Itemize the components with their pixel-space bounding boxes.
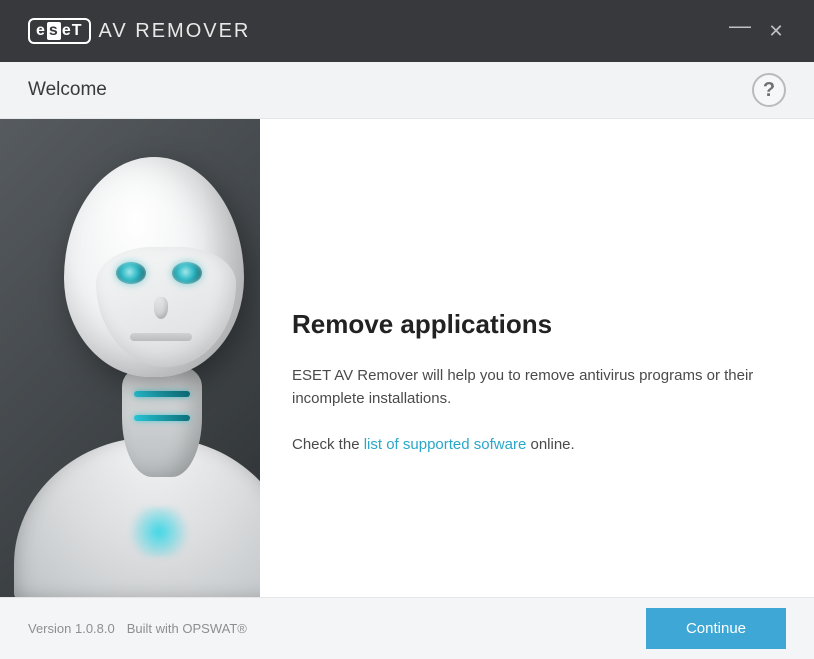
text-prefix: Check the: [292, 436, 364, 453]
logo-letter: T: [72, 22, 83, 40]
supported-software-link[interactable]: list of supported sofware: [364, 436, 527, 453]
robot-illustration: [0, 119, 260, 597]
logo-letter: s: [47, 22, 61, 40]
eset-logo-badge: e s e T: [28, 18, 91, 44]
supported-software-line: Check the list of supported sofware onli…: [292, 433, 774, 456]
minimize-icon: —: [729, 13, 751, 39]
continue-button[interactable]: Continue: [646, 608, 786, 649]
close-icon: ✕: [768, 21, 783, 42]
version-label: Version 1.0.8.0: [28, 621, 115, 636]
main-description: ESET AV Remover will help you to remove …: [292, 364, 774, 411]
app-title: AV REMOVER: [99, 20, 251, 43]
logo-letter: e: [36, 22, 46, 40]
main-heading: Remove applications: [292, 309, 774, 340]
main-panel: Remove applications ESET AV Remover will…: [260, 119, 814, 597]
close-button[interactable]: ✕: [758, 13, 794, 49]
robot-eye-icon: [172, 262, 202, 284]
subheader: Welcome ?: [0, 62, 814, 119]
page-title: Welcome: [28, 79, 107, 101]
footer: Version 1.0.8.0 Built with OPSWAT® Conti…: [0, 597, 814, 659]
logo-letter: e: [62, 22, 72, 40]
app-logo: e s e T AV REMOVER: [28, 18, 250, 44]
help-icon: ?: [763, 79, 775, 102]
help-button[interactable]: ?: [752, 73, 786, 107]
robot-figure: [4, 137, 260, 597]
minimize-button[interactable]: —: [722, 13, 758, 49]
content-area: Remove applications ESET AV Remover will…: [0, 119, 814, 597]
robot-eye-icon: [116, 262, 146, 284]
built-with-label: Built with OPSWAT®: [127, 621, 247, 636]
text-suffix: online.: [526, 436, 574, 453]
titlebar: e s e T AV REMOVER — ✕: [0, 0, 814, 62]
